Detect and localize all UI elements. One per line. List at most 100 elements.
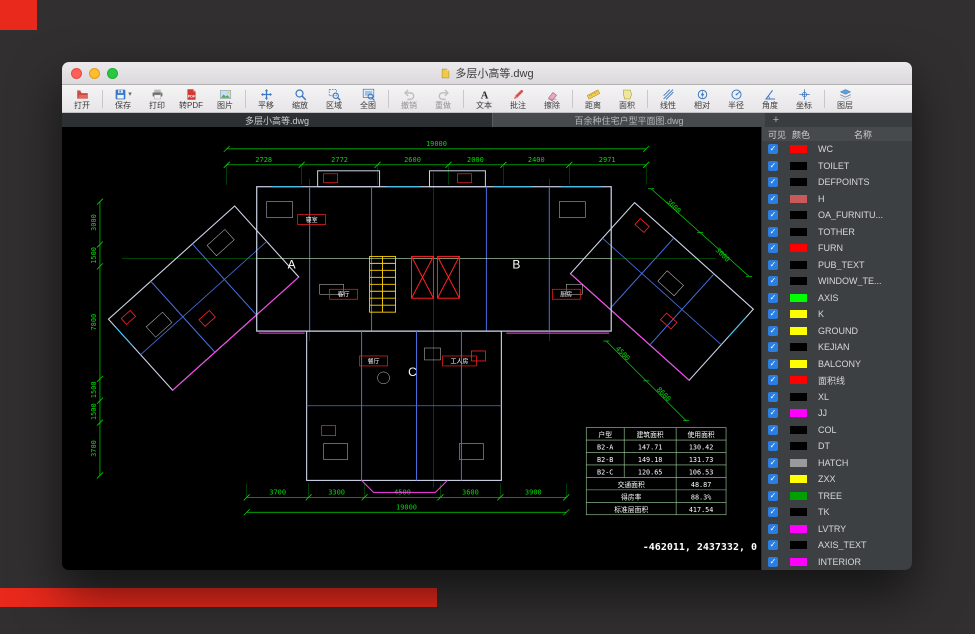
layer-row[interactable]: K <box>762 306 912 323</box>
radius-button[interactable]: 半径 <box>719 86 753 112</box>
layer-row[interactable]: FURN <box>762 240 912 257</box>
layer-row[interactable]: AXIS <box>762 290 912 307</box>
layer-visible-checkbox[interactable] <box>768 540 778 550</box>
layer-color-swatch[interactable] <box>790 162 807 170</box>
layer-row[interactable]: GROUND <box>762 323 912 340</box>
layer-visible-checkbox[interactable] <box>768 260 778 270</box>
layer-visible-checkbox[interactable] <box>768 243 778 253</box>
layer-row[interactable]: WINDOW_TE... <box>762 273 912 290</box>
erase-button[interactable]: 擦除 <box>535 86 569 112</box>
measure-distance-button[interactable]: 距离 <box>576 86 610 112</box>
layer-row[interactable]: WC <box>762 141 912 158</box>
layer-visible-checkbox[interactable] <box>768 392 778 402</box>
zoom-region-button[interactable]: 区域 <box>317 86 351 112</box>
layer-color-swatch[interactable] <box>790 409 807 417</box>
layer-color-swatch[interactable] <box>790 442 807 450</box>
layer-color-swatch[interactable] <box>790 327 807 335</box>
layer-visible-checkbox[interactable] <box>768 474 778 484</box>
undo-button[interactable]: 撤销 <box>392 86 426 112</box>
layer-color-swatch[interactable] <box>790 211 807 219</box>
layer-color-swatch[interactable] <box>790 244 807 252</box>
tab-active-document[interactable]: 多层小高等.dwg <box>62 113 492 127</box>
annotate-button[interactable]: 批注 <box>501 86 535 112</box>
layer-color-swatch[interactable] <box>790 261 807 269</box>
layer-visible-checkbox[interactable] <box>768 458 778 468</box>
layer-visible-checkbox[interactable] <box>768 375 778 385</box>
layer-visible-checkbox[interactable] <box>768 342 778 352</box>
layer-row[interactable]: BALCONY <box>762 356 912 373</box>
layer-visible-checkbox[interactable] <box>768 227 778 237</box>
layer-color-swatch[interactable] <box>790 343 807 351</box>
save-button[interactable]: ▾保存 <box>106 86 140 112</box>
layer-row[interactable]: TOILET <box>762 158 912 175</box>
layer-color-swatch[interactable] <box>790 475 807 483</box>
tab-inactive-document[interactable]: 百余种住宅户型平面图.dwg <box>492 113 765 127</box>
layer-row[interactable]: PUB_TEXT <box>762 257 912 274</box>
zoom-extents-button[interactable]: 全图 <box>351 86 385 112</box>
layer-color-swatch[interactable] <box>790 145 807 153</box>
layer-row[interactable]: OA_FURNITU... <box>762 207 912 224</box>
layer-color-swatch[interactable] <box>790 294 807 302</box>
layer-visible-checkbox[interactable] <box>768 507 778 517</box>
layer-row[interactable]: TREE <box>762 488 912 505</box>
to-pdf-button[interactable]: 转PDF <box>174 86 208 112</box>
layer-row[interactable]: LVTRY <box>762 521 912 538</box>
layer-color-swatch[interactable] <box>790 459 807 467</box>
layer-color-swatch[interactable] <box>790 376 807 384</box>
layer-visible-checkbox[interactable] <box>768 293 778 303</box>
layer-color-swatch[interactable] <box>790 393 807 401</box>
layer-visible-checkbox[interactable] <box>768 194 778 204</box>
pan-button[interactable]: 平移 <box>249 86 283 112</box>
print-button[interactable]: 打印 <box>140 86 174 112</box>
layer-visible-checkbox[interactable] <box>768 425 778 435</box>
layer-visible-checkbox[interactable] <box>768 408 778 418</box>
layer-visible-checkbox[interactable] <box>768 276 778 286</box>
layer-color-swatch[interactable] <box>790 541 807 549</box>
layer-visible-checkbox[interactable] <box>768 161 778 171</box>
layer-visible-checkbox[interactable] <box>768 144 778 154</box>
layer-color-swatch[interactable] <box>790 195 807 203</box>
layer-row[interactable]: INTERIOR <box>762 554 912 571</box>
layer-row[interactable]: DT <box>762 438 912 455</box>
layer-row[interactable]: 面积线 <box>762 372 912 389</box>
layer-color-swatch[interactable] <box>790 360 807 368</box>
layer-color-swatch[interactable] <box>790 558 807 566</box>
open-button[interactable]: 打开 <box>65 86 99 112</box>
layer-row[interactable]: COL <box>762 422 912 439</box>
layer-color-swatch[interactable] <box>790 525 807 533</box>
layer-color-swatch[interactable] <box>790 228 807 236</box>
layer-visible-checkbox[interactable] <box>768 309 778 319</box>
layer-color-swatch[interactable] <box>790 508 807 516</box>
layer-row[interactable]: TOTHER <box>762 224 912 241</box>
coordinate-button[interactable]: 坐标 <box>787 86 821 112</box>
linear-dim-button[interactable]: 线性 <box>651 86 685 112</box>
close-button[interactable] <box>71 68 82 79</box>
layer-color-swatch[interactable] <box>790 178 807 186</box>
layer-color-swatch[interactable] <box>790 277 807 285</box>
minimize-button[interactable] <box>89 68 100 79</box>
layer-visible-checkbox[interactable] <box>768 210 778 220</box>
layer-visible-checkbox[interactable] <box>768 441 778 451</box>
layer-row[interactable]: HATCH <box>762 455 912 472</box>
layer-row[interactable]: AXIS_TEXT <box>762 537 912 554</box>
layer-row[interactable]: H <box>762 191 912 208</box>
layer-color-swatch[interactable] <box>790 492 807 500</box>
layers-button[interactable]: 图层 <box>828 86 862 112</box>
layer-row[interactable]: JJ <box>762 405 912 422</box>
layer-visible-checkbox[interactable] <box>768 557 778 567</box>
text-button[interactable]: 文本 <box>467 86 501 112</box>
cad-canvas[interactable]: 19000 2 <box>62 127 761 570</box>
cad-drawing[interactable]: 19000 2 <box>62 127 761 570</box>
layer-row[interactable]: TK <box>762 504 912 521</box>
layer-visible-checkbox[interactable] <box>768 326 778 336</box>
layer-row[interactable]: DEFPOINTS <box>762 174 912 191</box>
layer-row[interactable]: ZXX <box>762 471 912 488</box>
zoom-button[interactable]: 缩放 <box>283 86 317 112</box>
layer-visible-checkbox[interactable] <box>768 359 778 369</box>
angle-button[interactable]: 角度 <box>753 86 787 112</box>
redo-button[interactable]: 重做 <box>426 86 460 112</box>
title-bar[interactable]: 多层小高等.dwg <box>62 62 912 85</box>
layer-visible-checkbox[interactable] <box>768 177 778 187</box>
fullscreen-button[interactable] <box>107 68 118 79</box>
relative-coord-button[interactable]: 相对 <box>685 86 719 112</box>
